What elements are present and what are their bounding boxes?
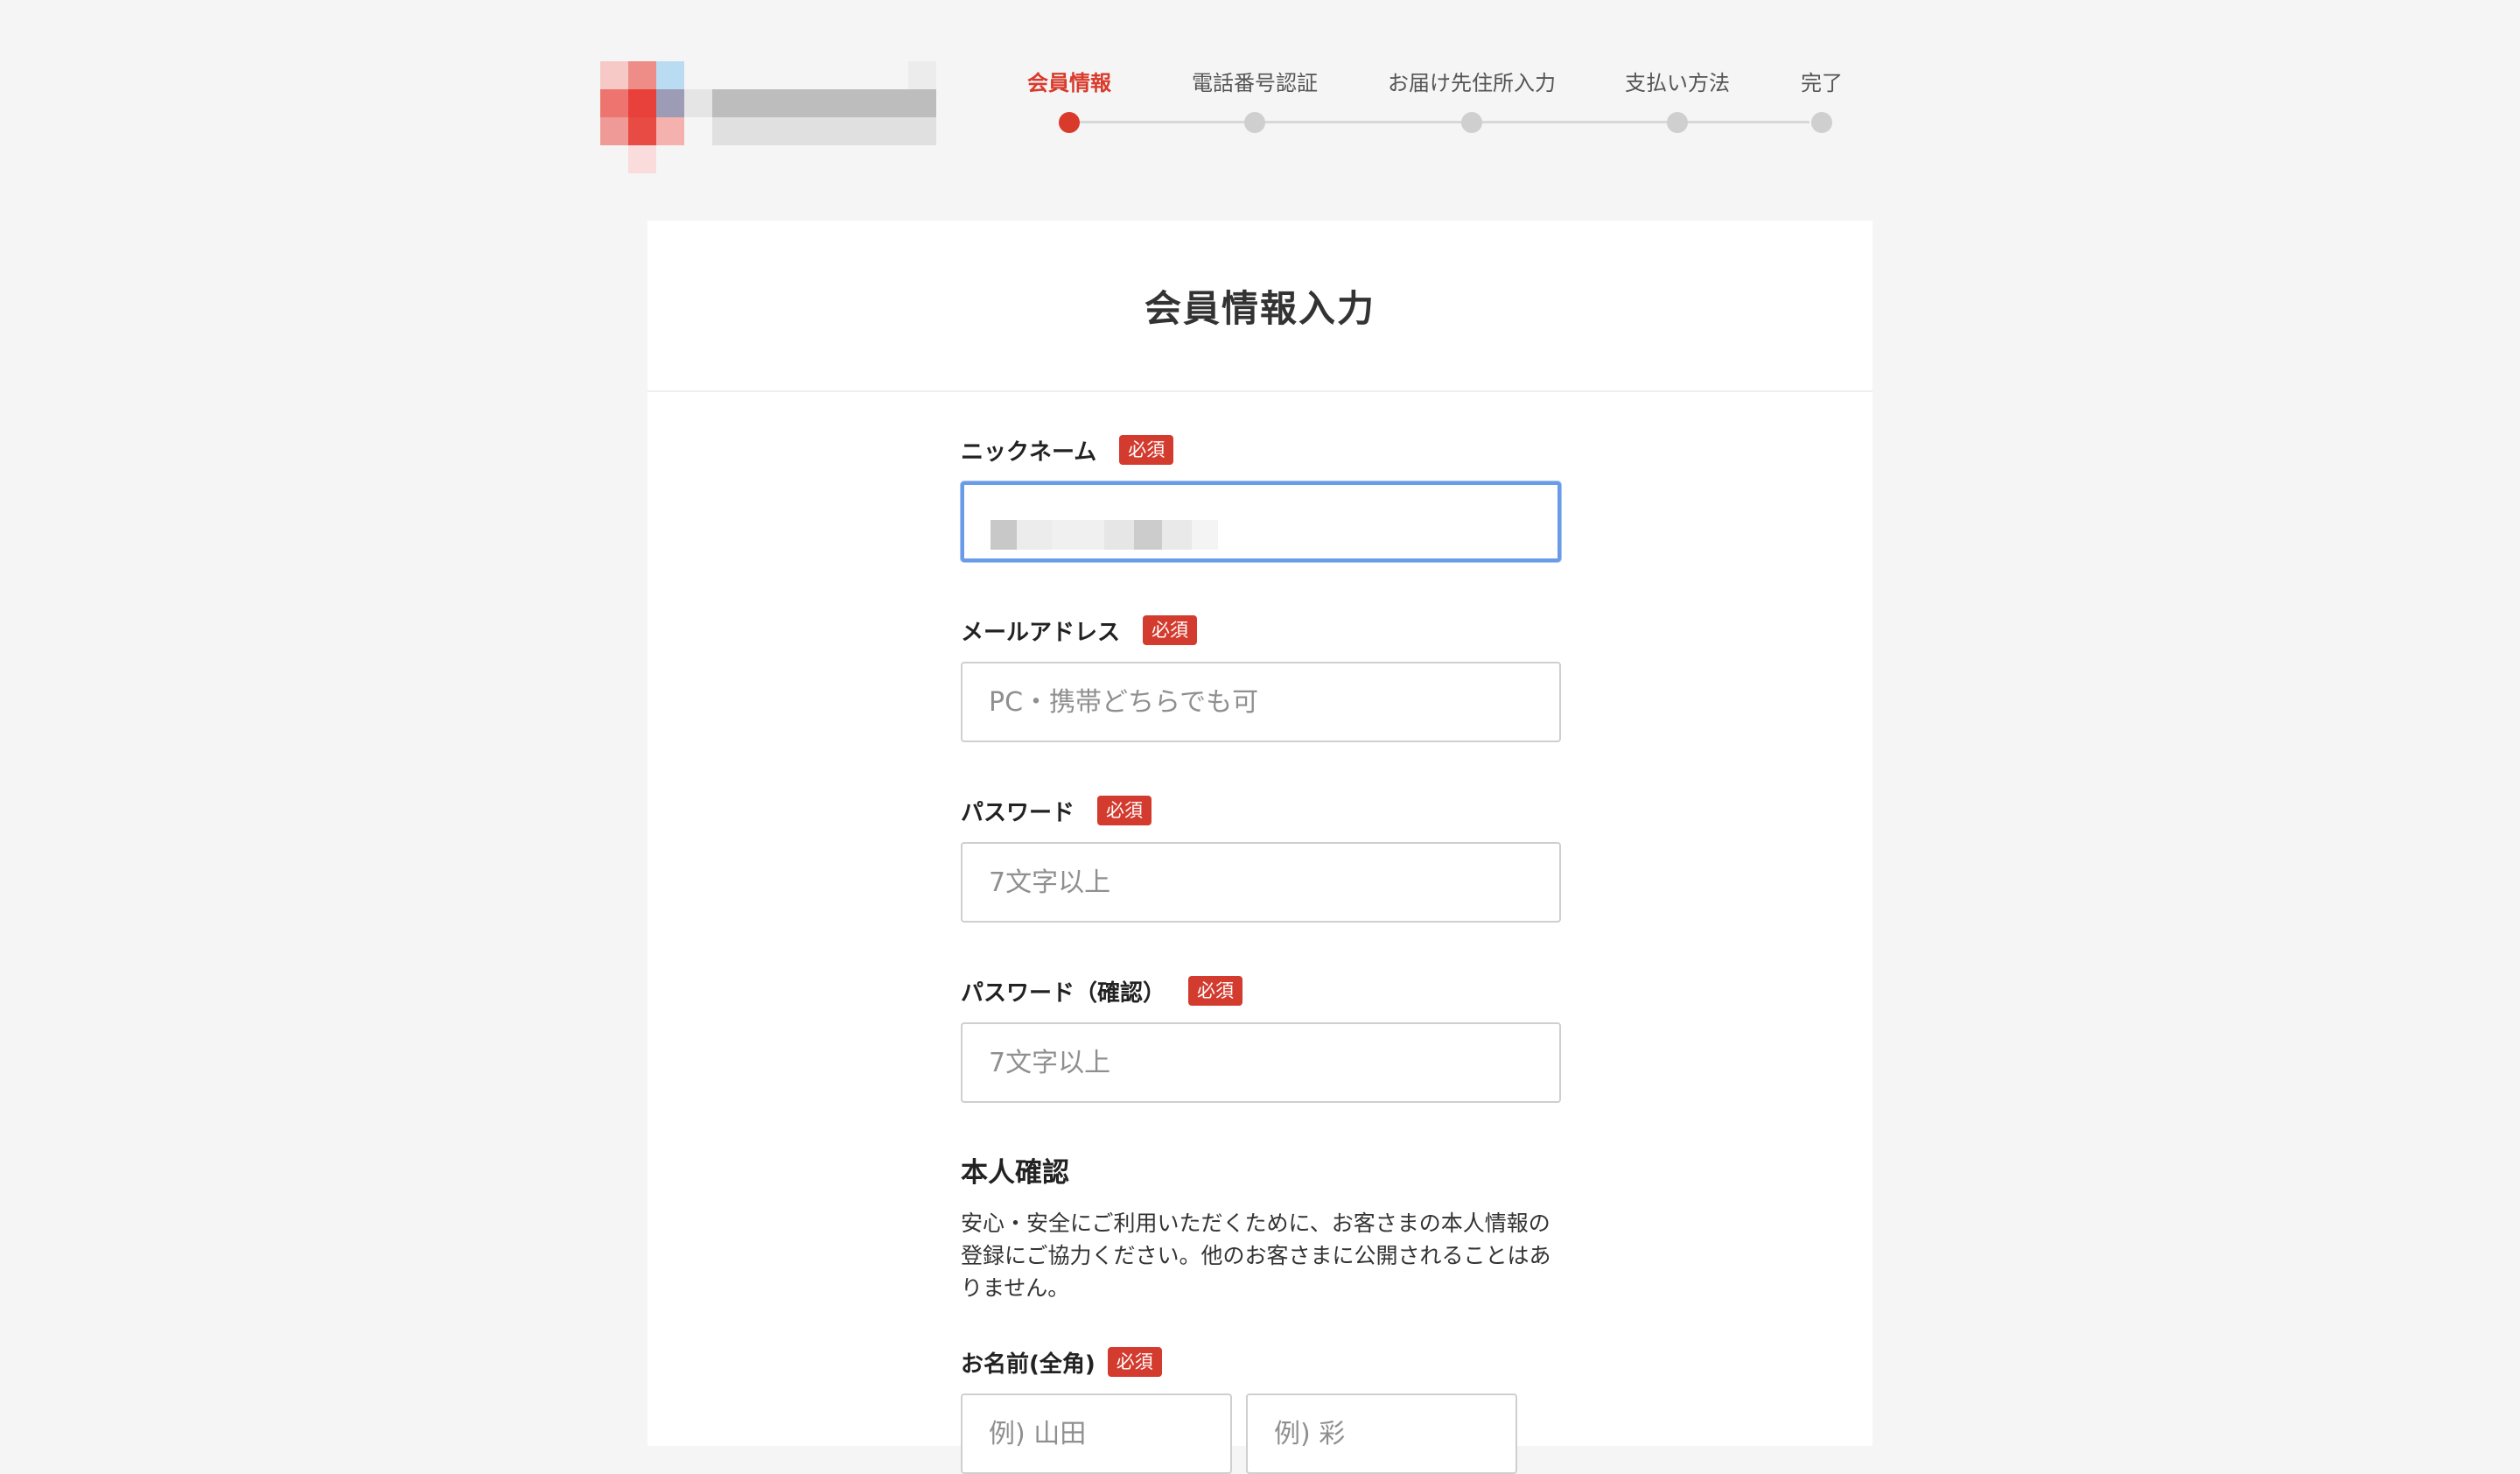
password-label: パスワード bbox=[961, 799, 1075, 826]
required-badge: 必須 bbox=[1188, 976, 1243, 1006]
step-dot bbox=[1244, 112, 1265, 133]
step-label: 完了 bbox=[1801, 71, 1843, 95]
nickname-obscured-value bbox=[990, 520, 1218, 550]
password-confirm-input[interactable] bbox=[961, 1022, 1561, 1103]
last-name-input[interactable] bbox=[961, 1393, 1232, 1474]
identity-section-description: 安心・安全にご利用いただくために、お客さまの本人情報の登録にご協力ください。他の… bbox=[961, 1211, 1551, 1301]
password-field-group: パスワード 必須 bbox=[961, 791, 1564, 923]
card-header: 会員情報入力 bbox=[648, 221, 1872, 392]
step-shipping-address: お届け先住所入力 bbox=[1388, 68, 1556, 133]
fullname-field-group: お名前(全角) 必須 bbox=[961, 1343, 1564, 1474]
step-phone-verification: 電話番号認証 bbox=[1192, 68, 1318, 133]
required-badge: 必須 bbox=[1107, 1347, 1162, 1377]
password-confirm-field-group: パスワード（確認） 必須 bbox=[961, 972, 1564, 1103]
step-dot bbox=[1667, 112, 1688, 133]
first-name-input[interactable] bbox=[1246, 1393, 1517, 1474]
nickname-label: ニックネーム bbox=[961, 439, 1097, 466]
step-label: 支払い方法 bbox=[1625, 71, 1730, 95]
registration-card: 会員情報入力 ニックネーム 必須 メールアドレス 必須 PC・携帯どちらでも可 … bbox=[648, 221, 1872, 1474]
nickname-field-group: ニックネーム 必須 bbox=[961, 431, 1564, 562]
email-input[interactable] bbox=[961, 662, 1561, 742]
step-label: お届け先住所入力 bbox=[1388, 71, 1556, 95]
step-payment-method: 支払い方法 bbox=[1625, 68, 1730, 133]
site-logo[interactable] bbox=[600, 61, 938, 175]
password-input[interactable] bbox=[961, 842, 1561, 923]
step-complete: 完了 bbox=[1801, 68, 1843, 133]
step-dot bbox=[1461, 112, 1482, 133]
step-dot bbox=[1059, 112, 1080, 133]
step-label: 電話番号認証 bbox=[1192, 71, 1318, 95]
step-label: 会員情報 bbox=[1027, 71, 1111, 95]
email-field-group: メールアドレス 必須 bbox=[961, 611, 1564, 742]
progress-stepper: 会員情報 電話番号認証 お届け先住所入力 支払い方法 完了 bbox=[1006, 68, 1872, 147]
email-label: メールアドレス bbox=[961, 619, 1121, 646]
page-title: 会員情報入力 bbox=[1144, 286, 1376, 330]
password-confirm-label: パスワード（確認） bbox=[961, 979, 1166, 1007]
step-member-info: 会員情報 bbox=[1027, 68, 1111, 133]
required-badge: 必須 bbox=[1119, 435, 1174, 465]
fullname-label: お名前(全角) bbox=[961, 1351, 1096, 1378]
identity-section-title: 本人確認 bbox=[961, 1157, 1069, 1189]
step-dot bbox=[1811, 112, 1832, 133]
required-badge: 必須 bbox=[1097, 796, 1152, 825]
required-badge: 必須 bbox=[1143, 615, 1198, 645]
member-info-form: ニックネーム 必須 メールアドレス 必須 PC・携帯どちらでも可 パスワード 必… bbox=[961, 431, 1564, 1474]
